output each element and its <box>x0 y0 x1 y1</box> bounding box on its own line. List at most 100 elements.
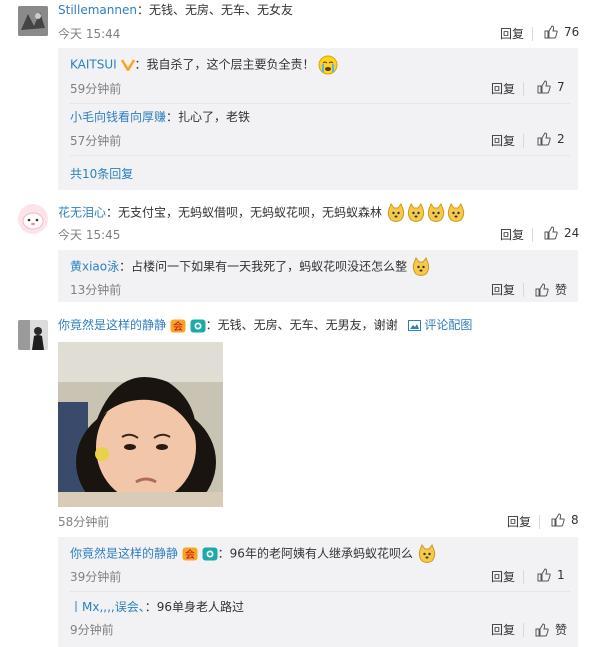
svg-text:会: 会 <box>185 548 195 561</box>
like-button[interactable]: 76 <box>544 25 579 39</box>
separator <box>532 27 533 41</box>
divider <box>70 103 570 104</box>
doge-emoji-icon <box>412 257 430 276</box>
like-button[interactable]: 8 <box>551 513 579 527</box>
reply-line: 小毛向钱看向厚赚：扎心了，老铁 <box>70 108 250 126</box>
separator <box>523 82 524 96</box>
comment-time: 今天 15:44 <box>58 27 121 41</box>
reply-time: 39分钟前 <box>70 570 122 584</box>
like-button[interactable]: 赞 <box>535 281 567 298</box>
reply-text: ：扎心了，老铁 <box>166 110 251 124</box>
separator <box>523 570 524 584</box>
member-badge-icon: 会 <box>170 319 186 333</box>
avatar[interactable] <box>18 6 48 36</box>
reply-button[interactable]: 回复 <box>491 568 515 585</box>
comment-time: 今天 15:45 <box>58 228 121 242</box>
comment-line: 你竟然是这样的静静 会 ：无钱、无房、无车、无男友，谢谢 评论配图 <box>58 316 472 334</box>
like-count: 2 <box>557 132 565 146</box>
crying-emoji-icon <box>318 55 338 75</box>
avatar-image <box>18 6 48 36</box>
like-button[interactable]: 24 <box>544 226 579 240</box>
camera-badge-icon <box>190 319 206 332</box>
comment-image[interactable] <box>58 342 223 507</box>
avatar-image <box>18 204 48 234</box>
username-link[interactable]: 你竟然是这样的静静 <box>58 318 166 332</box>
reply-text: ：96单身老人路过 <box>144 600 244 614</box>
image-icon <box>407 320 421 331</box>
thumbs-up-icon <box>537 568 551 582</box>
doge-emoji-group <box>386 203 466 222</box>
like-count: 1 <box>557 568 565 582</box>
like-button[interactable]: 1 <box>537 568 565 582</box>
avatar[interactable] <box>18 320 48 350</box>
thumbs-up-icon <box>537 132 551 146</box>
like-count: 24 <box>564 226 580 240</box>
verified-v-icon <box>120 59 135 71</box>
member-badge-icon: 会 <box>182 547 198 561</box>
like-button[interactable]: 2 <box>537 132 565 146</box>
like-count: 8 <box>571 513 579 527</box>
reply-button[interactable]: 回复 <box>491 621 515 638</box>
divider <box>70 591 570 592</box>
doge-emoji-icon <box>447 203 465 222</box>
reply-text: ：我自杀了，这个层主要负全责！ <box>134 57 315 72</box>
more-replies-link[interactable]: 共10条回复 <box>70 165 133 182</box>
comment-text: ：无支付宝，无蚂蚁借呗，无蚂蚁花呗，无蚂蚁森林 <box>106 205 383 220</box>
thumbs-up-icon <box>551 513 565 527</box>
reply-button[interactable]: 回复 <box>491 132 515 149</box>
like-button[interactable]: 赞 <box>535 621 567 638</box>
reply-line: 你竟然是这样的静静 会 ：96年的老阿姨有人继承蚂蚁花呗么 <box>70 544 437 564</box>
child-photo-image <box>58 342 223 507</box>
reply-line: KAITSUI ：我自杀了，这个层主要负全责！ <box>70 55 338 75</box>
separator <box>523 283 524 297</box>
reply-time: 9分钟前 <box>70 623 114 637</box>
comment-line: 花无泪心：无支付宝，无蚂蚁借呗，无蚂蚁花呗，无蚂蚁森林 <box>58 203 466 223</box>
separator <box>539 515 540 529</box>
view-image-link[interactable]: 评论配图 <box>407 318 473 332</box>
comment-text: ：无钱、无房、无车、无女友 <box>136 3 293 17</box>
like-button[interactable]: 7 <box>537 80 565 94</box>
username-link[interactable]: Stillemannen <box>58 3 137 17</box>
reply-button[interactable]: 回复 <box>491 80 515 97</box>
reply-button[interactable]: 回复 <box>507 513 531 530</box>
thumbs-up-icon <box>535 622 549 636</box>
comment-text: ：无钱、无房、无车、无男友，谢谢 <box>205 318 398 332</box>
like-label: 赞 <box>555 283 568 297</box>
reply-time: 13分钟前 <box>70 283 122 297</box>
like-label: 赞 <box>555 623 568 637</box>
comment-time: 58分钟前 <box>58 515 110 529</box>
reply-text: ：占楼问一下如果有一天我死了，蚂蚁花呗没还怎么整 <box>119 259 408 274</box>
thumbs-up-icon <box>544 226 558 240</box>
comment-line: Stillemannen：无钱、无房、无车、无女友 <box>58 1 293 19</box>
thumbs-up-icon <box>544 25 558 39</box>
reply-button[interactable]: 回复 <box>500 25 524 42</box>
username-link[interactable]: 丨Mx,,,,误会、 <box>70 600 145 614</box>
reply-button[interactable]: 回复 <box>491 281 515 298</box>
username-link[interactable]: 花无泪心 <box>58 206 106 220</box>
thumbs-up-icon <box>535 282 549 296</box>
reply-time: 57分钟前 <box>70 134 122 148</box>
username-link[interactable]: 小毛向钱看向厚赚 <box>70 110 166 124</box>
doge-emoji-icon <box>418 544 435 563</box>
thumbs-up-icon <box>537 80 551 94</box>
reply-line: 丨Mx,,,,误会、：96单身老人路过 <box>70 598 244 616</box>
camera-badge-icon <box>202 547 218 561</box>
username-link[interactable]: 你竟然是这样的静静 <box>70 547 178 561</box>
avatar[interactable] <box>18 204 48 234</box>
doge-emoji-icon <box>427 203 445 222</box>
separator <box>532 228 533 242</box>
separator <box>523 623 524 637</box>
divider <box>70 155 570 156</box>
username-link[interactable]: 黄xiao泳 <box>70 260 119 274</box>
separator <box>523 134 524 148</box>
reply-button[interactable]: 回复 <box>500 226 524 243</box>
like-count: 7 <box>557 80 565 94</box>
view-image-label: 评论配图 <box>424 318 473 332</box>
username-link[interactable]: KAITSUI <box>70 58 117 72</box>
svg-text:会: 会 <box>173 320 183 333</box>
avatar-image <box>18 320 48 350</box>
reply-time: 59分钟前 <box>70 82 122 96</box>
doge-emoji-icon <box>387 203 405 222</box>
reply-line: 黄xiao泳：占楼问一下如果有一天我死了，蚂蚁花呗没还怎么整 <box>70 257 431 277</box>
doge-emoji-icon <box>407 203 425 222</box>
